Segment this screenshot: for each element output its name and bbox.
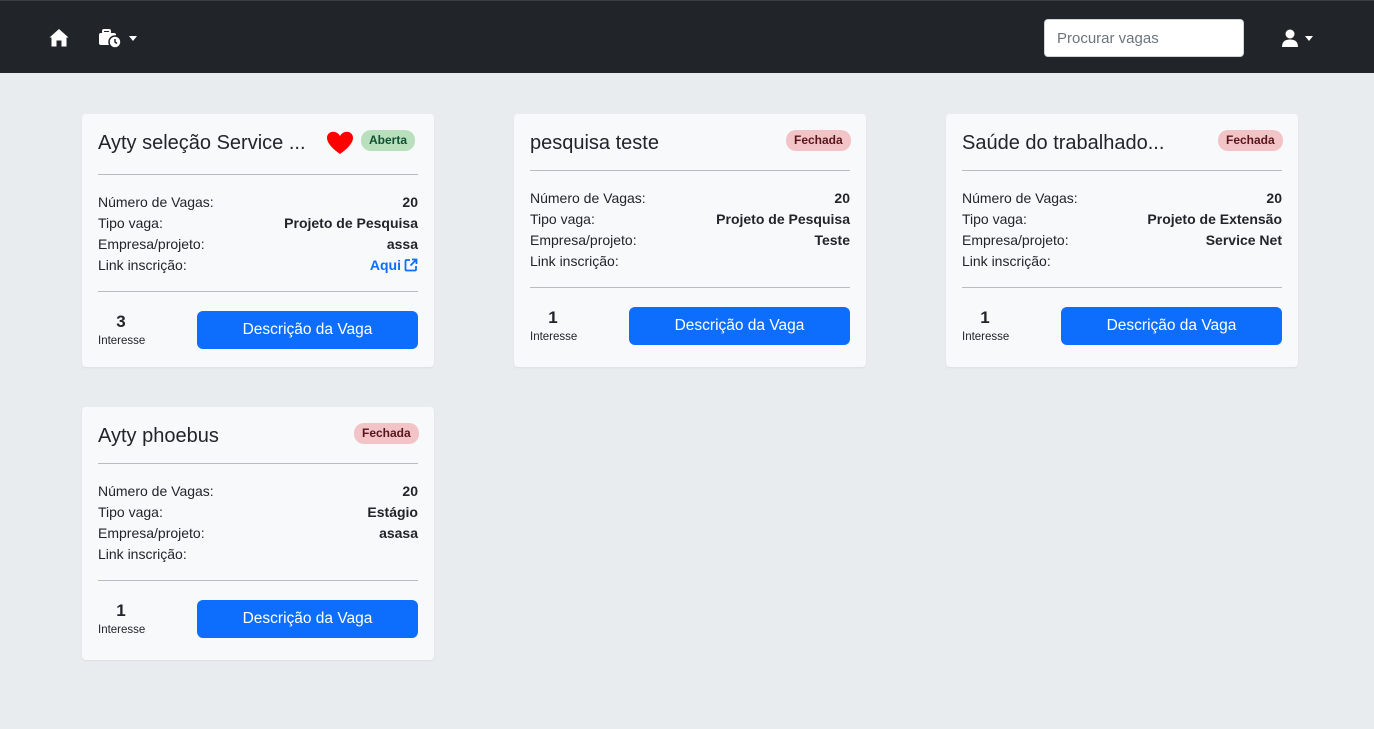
tipo-value: Projeto de Pesquisa: [284, 214, 418, 231]
user-icon: [1282, 29, 1298, 47]
job-card: Ayty seleção Service ... Aberta Número d…: [82, 114, 434, 367]
divider: [98, 291, 418, 292]
tipo-row: Tipo vaga: Projeto de Pesquisa: [530, 208, 850, 229]
divider: [962, 287, 1282, 288]
status-badge: Fechada: [1218, 130, 1283, 151]
interest-counter: 1 Interesse: [962, 308, 1010, 343]
tipo-label: Tipo vaga:: [530, 210, 595, 227]
interest-label: Interesse: [98, 335, 146, 347]
vagas-row: Número de Vagas: 20: [962, 187, 1282, 208]
jobs-dropdown[interactable]: [97, 27, 139, 49]
interest-label: Interesse: [962, 331, 1010, 343]
vagas-label: Número de Vagas:: [962, 189, 1078, 206]
empresa-label: Empresa/projeto:: [98, 524, 205, 541]
empresa-row: Empresa/projeto: asasa: [98, 522, 418, 543]
user-dropdown[interactable]: [1281, 27, 1317, 49]
job-description-button[interactable]: Descrição da Vaga: [197, 311, 418, 349]
vagas-row: Número de Vagas: 20: [98, 480, 418, 501]
interest-label: Interesse: [98, 624, 146, 636]
chevron-down-icon: [129, 35, 137, 41]
divider: [98, 174, 418, 175]
job-card: Saúde do trabalhado... Fechada Número de…: [946, 114, 1298, 367]
empresa-label: Empresa/projeto:: [98, 235, 205, 252]
inscricao-link-text: Aqui: [369, 256, 401, 273]
external-link-icon: [404, 258, 418, 271]
vagas-label: Número de Vagas:: [530, 189, 646, 206]
empresa-label: Empresa/projeto:: [530, 231, 637, 248]
vagas-label: Número de Vagas:: [98, 193, 214, 210]
link-label: Link inscrição:: [98, 256, 187, 273]
navbar: [0, 0, 1374, 73]
card-title: Saúde do trabalhado...: [962, 132, 1165, 154]
vagas-row: Número de Vagas: 20: [98, 191, 418, 212]
tipo-row: Tipo vaga: Projeto de Extensão: [962, 208, 1282, 229]
link-label: Link inscrição:: [98, 545, 187, 562]
heart-icon[interactable]: [326, 131, 354, 155]
empresa-row: Empresa/projeto: Service Net: [962, 229, 1282, 250]
vagas-value: 20: [834, 189, 850, 206]
tipo-label: Tipo vaga:: [962, 210, 1027, 227]
status-badge: Fechada: [354, 423, 419, 444]
empresa-row: Empresa/projeto: assa: [98, 233, 418, 254]
home-link[interactable]: [48, 27, 70, 49]
empresa-value: Teste: [814, 231, 850, 248]
link-row: Link inscrição: Aqui: [98, 254, 418, 275]
empresa-row: Empresa/projeto: Teste: [530, 229, 850, 250]
job-description-button[interactable]: Descrição da Vaga: [629, 307, 850, 345]
chevron-down-icon: [1305, 35, 1313, 41]
link-row: Link inscrição:: [98, 543, 418, 564]
vagas-value: 20: [402, 482, 418, 499]
interest-count: 3: [116, 312, 126, 331]
inscricao-link[interactable]: Aqui: [370, 257, 418, 273]
tipo-row: Tipo vaga: Estágio: [98, 501, 418, 522]
divider: [98, 580, 418, 581]
card-title: pesquisa teste: [530, 132, 659, 154]
empresa-label: Empresa/projeto:: [962, 231, 1069, 248]
empresa-value: asasa: [379, 524, 418, 541]
vagas-value: 20: [402, 193, 418, 210]
tipo-row: Tipo vaga: Projeto de Pesquisa: [98, 212, 418, 233]
vagas-label: Número de Vagas:: [98, 482, 214, 499]
job-card: pesquisa teste Fechada Número de Vagas: …: [514, 114, 866, 367]
tipo-label: Tipo vaga:: [98, 503, 163, 520]
empresa-value: Service Net: [1205, 231, 1282, 248]
divider: [530, 287, 850, 288]
link-row: Link inscrição:: [962, 250, 1282, 271]
status-badge: Aberta: [361, 130, 416, 151]
vagas-row: Número de Vagas: 20: [530, 187, 850, 208]
divider: [962, 170, 1282, 171]
card-title: Ayty phoebus: [98, 425, 219, 447]
interest-counter: 1 Interesse: [530, 308, 578, 343]
empresa-value: assa: [386, 235, 418, 252]
interest-label: Interesse: [530, 331, 578, 343]
link-label: Link inscrição:: [962, 252, 1051, 269]
card-title: Ayty seleção Service ...: [98, 132, 306, 154]
briefcase-clock-icon: [99, 29, 122, 49]
interest-counter: 3 Interesse: [98, 312, 146, 347]
vagas-value: 20: [1266, 189, 1282, 206]
job-description-button[interactable]: Descrição da Vaga: [1061, 307, 1282, 345]
tipo-value: Projeto de Pesquisa: [716, 210, 850, 227]
interest-count: 1: [548, 308, 558, 327]
link-row: Link inscrição:: [530, 250, 850, 271]
link-label: Link inscrição:: [530, 252, 619, 269]
divider: [530, 170, 850, 171]
job-description-button[interactable]: Descrição da Vaga: [197, 600, 418, 638]
status-badge: Fechada: [786, 130, 851, 151]
tipo-value: Projeto de Extensão: [1147, 210, 1282, 227]
tipo-label: Tipo vaga:: [98, 214, 163, 231]
interest-counter: 1 Interesse: [98, 601, 146, 636]
interest-count: 1: [980, 308, 990, 327]
divider: [98, 463, 418, 464]
job-card: Ayty phoebus Fechada Número de Vagas: 20…: [82, 407, 434, 660]
home-icon: [49, 29, 69, 47]
tipo-value: Estágio: [367, 503, 418, 520]
search-input[interactable]: [1044, 19, 1244, 57]
interest-count: 1: [116, 601, 126, 620]
